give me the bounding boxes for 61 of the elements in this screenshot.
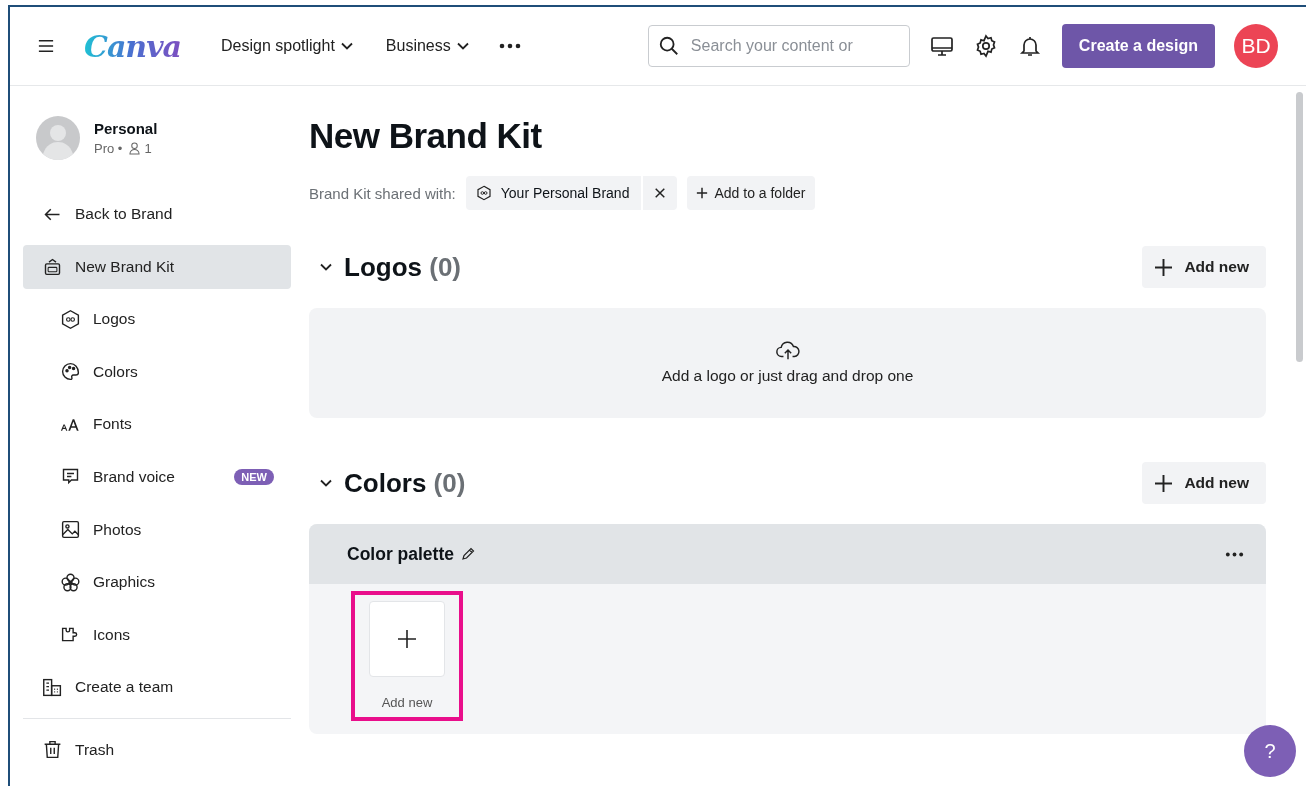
account-name: Personal — [94, 120, 158, 137]
close-icon — [654, 187, 667, 199]
hexagon-icon — [475, 185, 492, 201]
add-new-button[interactable]: Add new — [1142, 462, 1266, 504]
image-icon — [60, 519, 81, 541]
member-count: 1 — [144, 141, 152, 156]
pencil-icon[interactable] — [460, 547, 475, 561]
plus-icon — [1155, 258, 1173, 276]
dropzone-text: Add a logo or just drag and drop one — [661, 367, 914, 385]
new-badge: NEW — [234, 468, 274, 485]
shared-label: Brand Kit shared with: — [309, 184, 456, 202]
sidebar-item[interactable]: Fonts — [23, 402, 291, 447]
trash-icon — [42, 739, 63, 761]
sidebar-item[interactable]: Icons — [23, 612, 291, 657]
add-color-tile[interactable] — [369, 601, 445, 677]
nav-menu[interactable]: Business — [385, 37, 469, 55]
help-button[interactable]: ? — [1244, 725, 1296, 777]
palette-title: Color palette — [347, 543, 454, 565]
bell-icon[interactable] — [1017, 34, 1042, 58]
user-avatar[interactable]: BD — [1234, 24, 1278, 68]
plus-icon — [398, 630, 416, 648]
flower-icon — [60, 571, 81, 593]
section-title: Colors (0) — [344, 467, 466, 499]
hexagon-icon — [60, 308, 81, 330]
logo-dropzone[interactable]: Add a logo or just drag and drop one — [309, 308, 1266, 418]
palette-icon — [60, 361, 81, 383]
sidebar-item[interactable]: Graphics — [23, 560, 291, 605]
chevron-down-icon[interactable] — [320, 479, 332, 487]
upload-cloud-icon — [775, 341, 800, 361]
search-field[interactable]: Search your content or — [647, 25, 910, 67]
scrollbar[interactable] — [1296, 92, 1303, 362]
sidebar-item[interactable]: New Brand Kit — [23, 244, 291, 289]
plan-label: Pro • — [94, 141, 123, 156]
person-icon — [129, 142, 141, 155]
more-icon[interactable] — [1224, 551, 1245, 557]
remove-button[interactable] — [643, 176, 678, 210]
chip-label: Your Personal Brand — [500, 185, 630, 201]
buildings-icon — [42, 676, 63, 698]
sidebar-item[interactable]: Trash — [23, 727, 291, 772]
nav-menu[interactable]: Design spotlight — [221, 37, 353, 55]
add-new-button[interactable]: Add new — [1142, 246, 1266, 288]
search-icon — [657, 35, 680, 57]
sidebar-item[interactable]: Photos — [23, 507, 291, 552]
back-link[interactable]: Back to Brand — [23, 192, 291, 236]
plus-icon — [696, 187, 709, 199]
create-design-button[interactable]: Create a design — [1061, 24, 1215, 68]
tile-label: Add new — [381, 695, 433, 710]
section-title: Logos (0) — [344, 251, 461, 283]
plus-icon — [1155, 474, 1173, 492]
brand-kit-icon — [42, 256, 63, 278]
more-icon[interactable] — [498, 43, 521, 49]
sidebar-item[interactable]: Logos — [23, 297, 291, 342]
add-to-folder-button[interactable]: Add to a folder — [687, 176, 815, 210]
menu-icon[interactable] — [38, 39, 54, 53]
avatar-icon — [36, 116, 80, 160]
sidebar-item[interactable]: Create a team — [23, 665, 291, 710]
chevron-down-icon[interactable] — [320, 263, 332, 271]
sidebar-item[interactable]: Brand voice NEW — [23, 454, 291, 499]
page-title: New Brand Kit — [309, 116, 543, 156]
monitor-icon[interactable] — [929, 34, 954, 58]
sidebar-item[interactable]: Colors — [23, 349, 291, 394]
